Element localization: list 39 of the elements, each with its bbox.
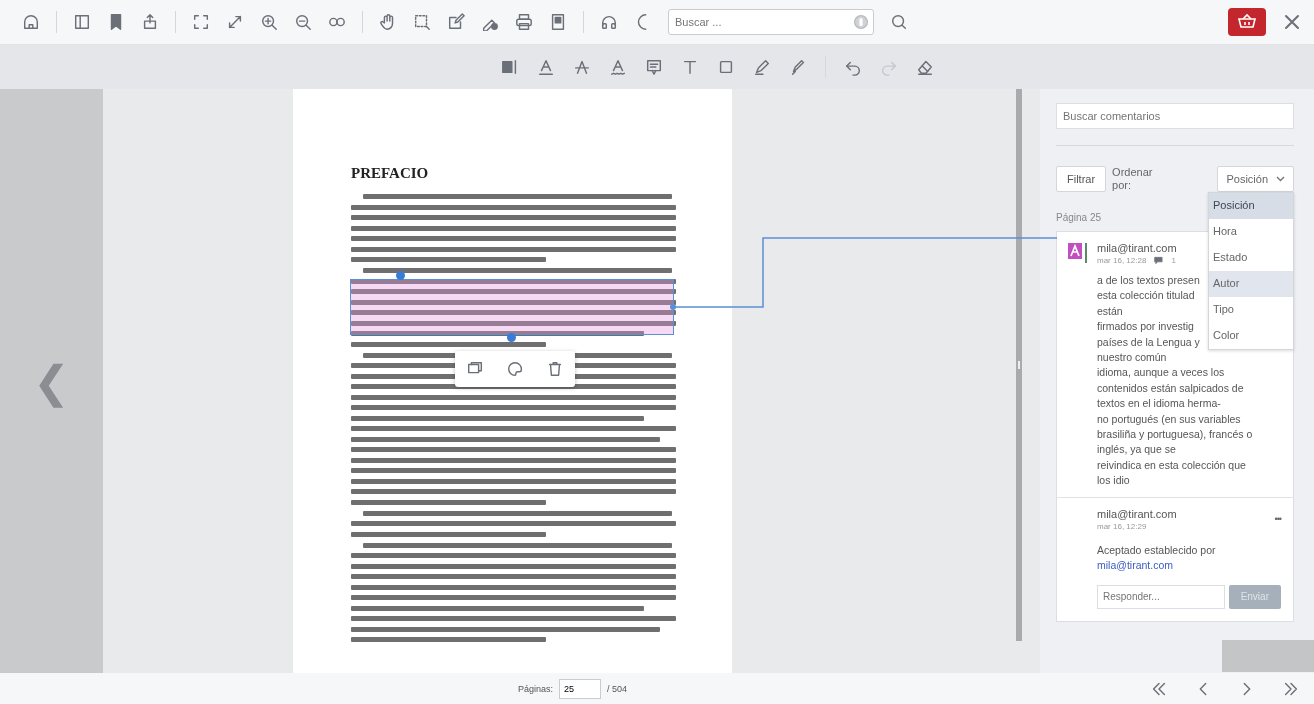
sort-option[interactable]: Hora: [1209, 219, 1293, 245]
reply-field[interactable]: Responder...: [1097, 584, 1225, 609]
sort-select[interactable]: Posición: [1217, 166, 1294, 192]
reply-time: mar 16, 12:29: [1097, 521, 1147, 531]
sort-label: Ordenar por:: [1112, 166, 1153, 192]
reply-author: mila@tirant.com: [1097, 507, 1177, 520]
comment-text-line: están: [1097, 303, 1123, 319]
comment-author: mila@tirant.com: [1097, 242, 1177, 254]
sort-option[interactable]: Autor: [1209, 271, 1293, 297]
sort-option[interactable]: Color: [1209, 323, 1293, 349]
page-number-field[interactable]: 25: [559, 679, 602, 699]
comment-text-line: no portugués (en sus variables: [1097, 411, 1241, 427]
comment-text-line: los idio: [1097, 473, 1130, 489]
comment-text-line: inglés, ya que se: [1097, 442, 1176, 458]
comment-search-field[interactable]: Buscar comentarios: [1056, 103, 1294, 129]
filter-button[interactable]: Filtrar: [1056, 166, 1107, 192]
sort-option[interactable]: Posición: [1209, 193, 1293, 219]
sort-option[interactable]: Estado: [1209, 245, 1293, 271]
comment-text-line: idioma, aunque a veces los: [1097, 365, 1225, 381]
reply-text: Aceptado establecido por mila@tirant.com: [1097, 542, 1217, 573]
page-total: / 504: [607, 684, 628, 694]
comment-text-line: reivindica en esta colección que: [1097, 457, 1246, 473]
reply-count: 1: [1171, 256, 1176, 265]
comment-text-line: brasiliña y portuguesa), francés o: [1097, 427, 1253, 443]
comment-text-line: contenidos están salpicados de: [1097, 380, 1244, 396]
search-field[interactable]: Buscar ...: [668, 9, 874, 35]
comment-text-line: países de la Lengua y: [1097, 334, 1200, 350]
comment-text-line: esta colección titulad: [1097, 288, 1195, 304]
more-button[interactable]: •••: [1274, 507, 1281, 531]
page-heading: PREFACIO: [351, 165, 430, 182]
pages-label: Páginas:: [518, 684, 554, 694]
sort-option[interactable]: Tipo: [1209, 297, 1293, 323]
comment-text-line: firmados por investig: [1097, 319, 1194, 335]
comment-time: mar 16, 12:28: [1097, 256, 1147, 265]
email-link[interactable]: mila@tirant.com: [1097, 558, 1173, 571]
page-label: Página 25: [1056, 212, 1102, 223]
comment-text-line: a de los textos presen: [1097, 273, 1200, 288]
comment-text-line: textos en el idioma herma-: [1097, 396, 1221, 412]
comment-text-line: nuestro común: [1097, 350, 1167, 366]
